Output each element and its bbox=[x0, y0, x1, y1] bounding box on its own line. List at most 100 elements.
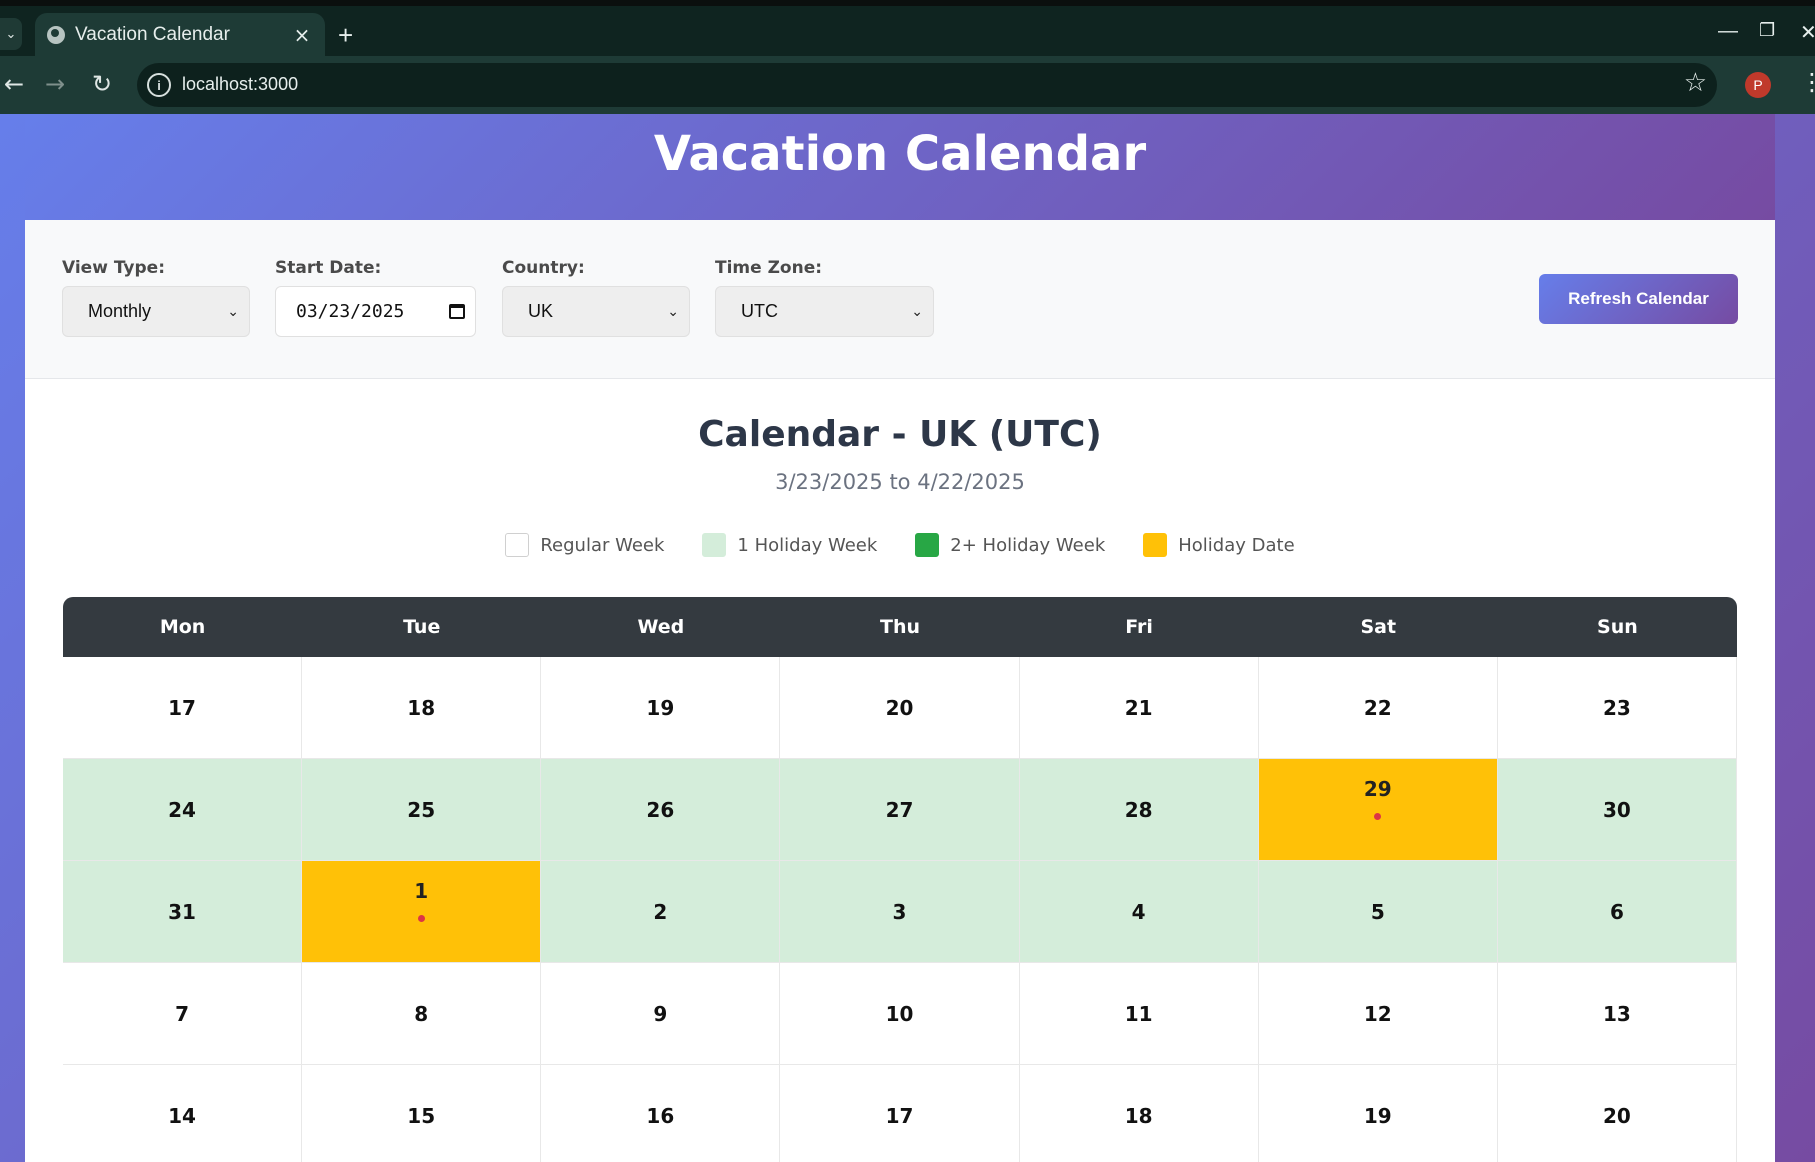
weekday-header: Sun bbox=[1597, 616, 1638, 638]
weekday-header-row: Mon Tue Wed Thu Fri Sat Sun bbox=[63, 597, 1737, 657]
day-number: 17 bbox=[885, 1103, 914, 1128]
weekday-header: Wed bbox=[637, 616, 685, 638]
calendar-day[interactable]: 13 bbox=[1497, 963, 1737, 1065]
start-date-input[interactable]: 03/23/2025 bbox=[275, 286, 476, 337]
calendar-body: 17 18 19 20 21 22 23 24 25 26 27 28 29 30 31 1 2 3 4 5 6 7 8 9 1… bbox=[63, 657, 1737, 1162]
calendar-day[interactable]: 24 bbox=[63, 759, 303, 861]
day-number: 26 bbox=[646, 797, 675, 822]
holiday-dot-icon bbox=[417, 915, 425, 922]
chevron-down-icon: ⌄ bbox=[667, 303, 679, 319]
country-select[interactable]: UK ⌄ bbox=[502, 286, 690, 337]
calendar-day[interactable]: 5 bbox=[1258, 861, 1498, 963]
calendar-day[interactable]: 19 bbox=[541, 657, 781, 759]
calendar-day[interactable]: 28 bbox=[1019, 759, 1259, 861]
day-number: 18 bbox=[1124, 1103, 1153, 1128]
calendar-day[interactable]: 26 bbox=[541, 759, 781, 861]
refresh-calendar-button[interactable]: Refresh Calendar bbox=[1539, 274, 1738, 324]
address-bar[interactable]: i localhost:3000 ☆ bbox=[137, 63, 1717, 107]
tab-search-button[interactable]: ⌄ bbox=[0, 18, 22, 50]
weekday-header: Thu bbox=[879, 616, 920, 638]
day-number: 20 bbox=[1602, 1103, 1631, 1128]
calendar-day[interactable]: 8 bbox=[302, 963, 542, 1065]
site-info-icon[interactable]: i bbox=[147, 73, 171, 97]
calendar-day[interactable]: 12 bbox=[1258, 963, 1498, 1065]
calendar-day[interactable]: 15 bbox=[302, 1065, 542, 1162]
calendar-day[interactable]: 23 bbox=[1497, 657, 1737, 759]
time-zone-label: Time Zone: bbox=[715, 258, 823, 278]
calendar-day[interactable]: 2 bbox=[541, 861, 781, 963]
calendar-day[interactable]: 9 bbox=[541, 963, 781, 1065]
legend-label: Holiday Date bbox=[1178, 534, 1295, 556]
back-button[interactable]: ← bbox=[4, 70, 24, 98]
day-number: 23 bbox=[1602, 695, 1631, 720]
browser-menu-icon[interactable]: ⋮ bbox=[1800, 68, 1815, 96]
calendar-icon[interactable] bbox=[449, 304, 465, 319]
time-zone-select[interactable]: UTC ⌄ bbox=[715, 286, 934, 337]
bookmark-star-icon[interactable]: ☆ bbox=[1684, 68, 1707, 98]
view-type-select[interactable]: Monthly ⌄ bbox=[62, 286, 250, 337]
day-number: 19 bbox=[1363, 1103, 1392, 1128]
app-header: Vacation Calendar bbox=[25, 114, 1775, 220]
calendar-day-holiday[interactable]: 1 bbox=[302, 861, 542, 963]
browser-toolbar: ← → ↻ i localhost:3000 ☆ P ⋮ bbox=[0, 56, 1815, 114]
calendar-day[interactable]: 11 bbox=[1019, 963, 1259, 1065]
calendar-day[interactable]: 14 bbox=[63, 1065, 303, 1162]
day-number: 22 bbox=[1363, 695, 1392, 720]
weekday-header: Tue bbox=[403, 616, 441, 638]
calendar-day[interactable]: 20 bbox=[1497, 1065, 1737, 1162]
calendar-day[interactable]: 18 bbox=[1019, 1065, 1259, 1162]
calendar-title: Calendar - UK (UTC) bbox=[698, 414, 1102, 455]
day-number: 16 bbox=[646, 1103, 675, 1128]
calendar-day[interactable]: 3 bbox=[780, 861, 1020, 963]
day-number: 6 bbox=[1609, 899, 1624, 924]
minimize-button[interactable]: — bbox=[1718, 20, 1738, 43]
calendar-day[interactable]: 16 bbox=[541, 1065, 781, 1162]
start-date-control: Start Date: 03/23/2025 bbox=[275, 258, 476, 337]
day-number: 5 bbox=[1370, 899, 1385, 924]
reload-button[interactable]: ↻ bbox=[92, 70, 112, 98]
calendar-day[interactable]: 6 bbox=[1497, 861, 1737, 963]
calendar-day[interactable]: 21 bbox=[1019, 657, 1259, 759]
calendar-day[interactable]: 18 bbox=[302, 657, 542, 759]
calendar-day[interactable]: 17 bbox=[780, 1065, 1020, 1162]
calendar-day[interactable]: 25 bbox=[302, 759, 542, 861]
day-number: 25 bbox=[407, 797, 436, 822]
day-number: 29 bbox=[1363, 777, 1392, 801]
chevron-down-icon: ⌄ bbox=[227, 303, 239, 319]
profile-avatar[interactable]: P bbox=[1745, 72, 1771, 98]
calendar-day[interactable]: 17 bbox=[63, 657, 303, 759]
day-number: 14 bbox=[168, 1103, 196, 1128]
view-type-value: Monthly bbox=[88, 301, 152, 321]
restore-button[interactable]: ❐ bbox=[1759, 20, 1775, 41]
calendar-day-holiday[interactable]: 29 bbox=[1258, 759, 1498, 861]
calendar-date-range: 3/23/2025 to 4/22/2025 bbox=[775, 470, 1025, 494]
chevron-down-icon: ⌄ bbox=[911, 303, 923, 319]
calendar-day[interactable]: 19 bbox=[1258, 1065, 1498, 1162]
calendar-day[interactable]: 10 bbox=[780, 963, 1020, 1065]
day-number: 19 bbox=[646, 695, 675, 720]
day-number: 11 bbox=[1124, 1001, 1153, 1026]
country-value: UK bbox=[528, 301, 554, 321]
time-zone-control: Time Zone: UTC ⌄ bbox=[715, 258, 934, 337]
calendar-day[interactable]: 30 bbox=[1497, 759, 1737, 861]
new-tab-button[interactable]: + bbox=[338, 20, 353, 51]
day-number: 3 bbox=[892, 899, 907, 924]
calendar-day[interactable]: 7 bbox=[63, 963, 303, 1065]
view-type-label: View Type: bbox=[62, 258, 165, 278]
day-number: 7 bbox=[175, 1001, 190, 1026]
day-number: 8 bbox=[414, 1001, 429, 1026]
close-window-button[interactable]: ✕ bbox=[1800, 20, 1815, 45]
calendar-day[interactable]: 4 bbox=[1019, 861, 1259, 963]
app-container: Vacation Calendar View Type: Monthly ⌄ S… bbox=[25, 114, 1775, 1162]
time-zone-value: UTC bbox=[741, 301, 778, 321]
close-tab-icon[interactable]: × bbox=[291, 23, 313, 47]
browser-tab[interactable]: Vacation Calendar × bbox=[35, 13, 325, 56]
calendar-day[interactable]: 22 bbox=[1258, 657, 1498, 759]
forward-button[interactable]: → bbox=[45, 70, 65, 98]
day-number: 18 bbox=[407, 695, 436, 720]
day-number: 20 bbox=[885, 695, 914, 720]
calendar-day[interactable]: 27 bbox=[780, 759, 1020, 861]
day-number: 2 bbox=[653, 899, 668, 924]
calendar-day[interactable]: 31 bbox=[63, 861, 303, 963]
calendar-day[interactable]: 20 bbox=[780, 657, 1020, 759]
